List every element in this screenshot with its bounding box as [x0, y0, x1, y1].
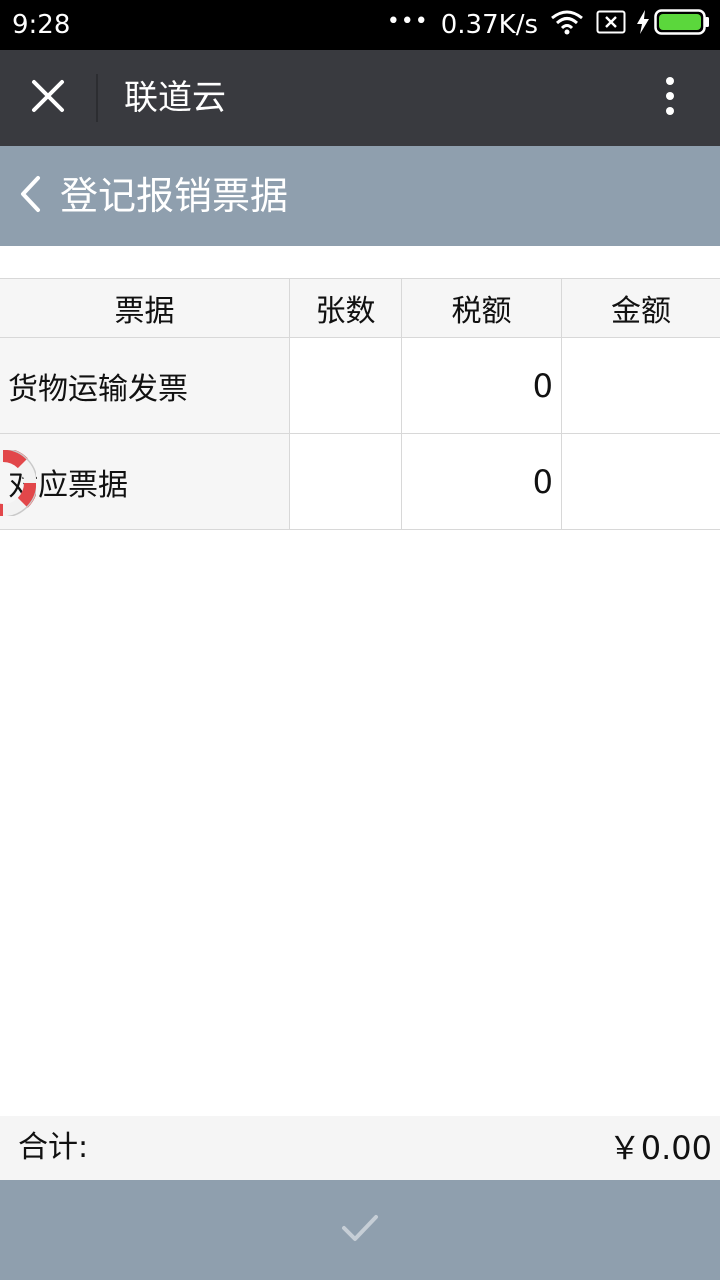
column-header-receipt: 票据 — [0, 279, 290, 337]
network-speed: 0.37K/s — [440, 10, 538, 40]
lifebuoy-icon — [0, 448, 38, 520]
count-cell[interactable] — [290, 434, 402, 529]
chevron-left-icon — [18, 175, 42, 217]
total-value: ￥0.00 — [608, 1129, 712, 1167]
floating-help-button[interactable] — [0, 448, 38, 518]
app-bar: 联道云 — [0, 50, 720, 146]
receipt-table: 票据 张数 税额 金额 货物运输发票 0 对应票据 0 — [0, 278, 720, 530]
table-row: 对应票据 0 — [0, 434, 720, 530]
status-time: 9:28 — [12, 10, 71, 40]
page-title: 登记报销票据 — [60, 174, 289, 218]
column-header-count: 张数 — [290, 279, 402, 337]
table-header-row: 票据 张数 税额 金额 — [0, 279, 720, 338]
charging-icon — [636, 9, 650, 41]
more-vertical-icon — [665, 76, 675, 120]
total-bar: 合计: ￥0.00 — [0, 1116, 720, 1180]
checkmark-icon — [340, 1212, 380, 1248]
close-button[interactable] — [14, 64, 82, 132]
total-label: 合计: — [18, 1130, 89, 1165]
no-sim-icon — [596, 10, 626, 41]
count-cell[interactable] — [290, 338, 402, 433]
tax-cell[interactable]: 0 — [402, 434, 562, 529]
more-dots: ••• — [386, 9, 429, 34]
battery-icon — [654, 8, 710, 42]
status-icons: ••• 0.37K/s — [375, 8, 710, 42]
table-row: 货物运输发票 0 — [0, 338, 720, 434]
app-title: 联道云 — [124, 78, 226, 118]
screen: 9:28 ••• 0.37K/s 联道云 登记报销票据 票据 张数 税额 金额 … — [0, 0, 720, 1280]
column-header-tax: 税额 — [402, 279, 562, 337]
amount-cell[interactable] — [562, 434, 720, 529]
more-button[interactable] — [640, 64, 700, 132]
amount-cell[interactable] — [562, 338, 720, 433]
tax-cell[interactable]: 0 — [402, 338, 562, 433]
wifi-icon — [550, 9, 584, 42]
status-bar: 9:28 ••• 0.37K/s — [0, 0, 720, 50]
app-bar-divider — [96, 74, 98, 122]
close-icon — [30, 78, 66, 118]
page-header: 登记报销票据 — [0, 146, 720, 246]
column-header-amount: 金额 — [562, 279, 720, 337]
receipt-name: 货物运输发票 — [8, 371, 188, 407]
receipt-name-cell: 货物运输发票 — [0, 338, 290, 433]
back-button[interactable] — [8, 170, 52, 222]
confirm-button[interactable] — [0, 1180, 720, 1280]
receipt-name-cell: 对应票据 — [0, 434, 290, 529]
